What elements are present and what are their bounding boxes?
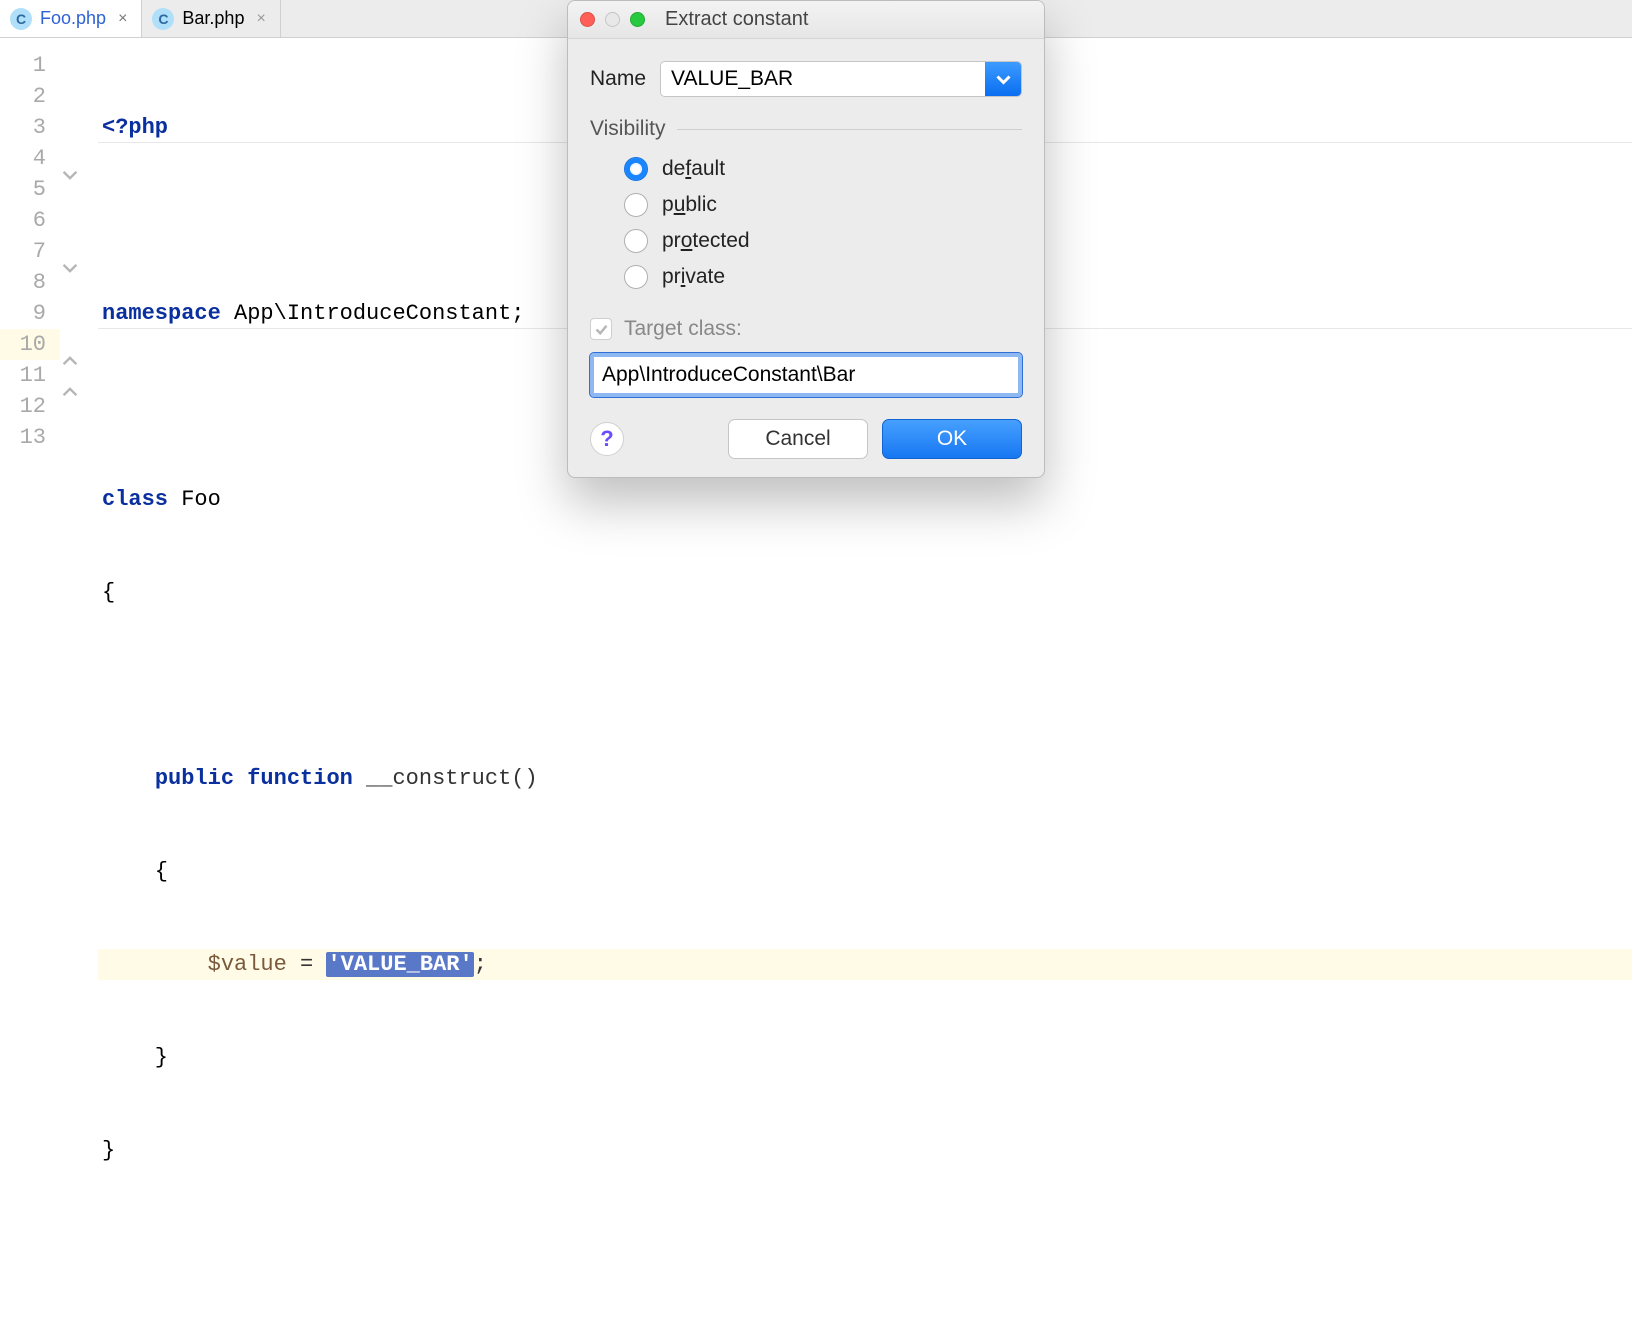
divider [677,129,1022,130]
target-class-input[interactable] [590,353,1022,397]
close-icon[interactable]: × [118,10,127,28]
fold-start-icon[interactable] [62,167,78,183]
line-number: 4 [0,143,60,174]
extract-constant-dialog: Extract constant Name Visibility default… [567,0,1045,478]
code-token: <?php [102,115,168,140]
line-number: 11 [0,360,60,391]
code-token: ; [474,952,487,977]
close-icon[interactable]: × [256,10,265,28]
code-token: $value [208,952,287,977]
line-number: 10 [0,329,60,360]
target-class-checkbox[interactable] [590,318,612,340]
name-combobox[interactable] [660,61,1022,97]
code-token: } [98,1135,1632,1166]
fold-end-icon[interactable] [62,384,78,400]
fold-end-icon[interactable] [62,353,78,369]
tab-label: Bar.php [182,8,244,29]
line-number: 7 [0,236,60,267]
php-class-icon: C [152,8,174,30]
line-number: 1 [0,50,60,81]
code-token: = [287,952,327,977]
dialog-titlebar[interactable]: Extract constant [568,1,1044,39]
visibility-radio-default[interactable]: default [624,157,1022,181]
target-class-label: Target class: [624,317,742,341]
line-number: 3 [0,112,60,143]
tab-label: Foo.php [40,8,106,29]
visibility-radio-private[interactable]: private [624,265,1022,289]
name-label: Name [590,67,646,91]
visibility-radio-public[interactable]: public [624,193,1022,217]
tab-foo-php[interactable]: C Foo.php × [0,0,142,37]
line-number: 8 [0,267,60,298]
dropdown-button[interactable] [985,62,1021,96]
line-number: 5 [0,174,60,205]
close-window-icon[interactable] [580,12,595,27]
minimize-window-icon[interactable] [605,12,620,27]
code-token: namespace [102,301,221,326]
code-token: public [155,766,234,791]
visibility-label: Visibility [590,117,665,141]
dialog-title: Extract constant [665,8,808,31]
line-number: 9 [0,298,60,329]
php-class-icon: C [10,8,32,30]
code-token: App\IntroduceConstant; [221,301,525,326]
code-selection: 'VALUE_BAR' [326,952,473,977]
line-number-gutter: 1 2 3 4 5 6 7 8 9 10 11 12 13 [0,38,60,702]
line-number: 12 [0,391,60,422]
help-button[interactable]: ? [590,422,624,456]
radio-icon [624,265,648,289]
line-number: 2 [0,81,60,112]
line-number: 13 [0,422,60,453]
visibility-radio-protected[interactable]: protected [624,229,1022,253]
code-token: { [98,577,1632,608]
radio-icon [624,193,648,217]
cancel-button[interactable]: Cancel [728,419,868,459]
radio-icon [624,157,648,181]
name-input[interactable] [661,62,985,96]
fold-gutter [60,38,98,702]
fold-start-icon[interactable] [62,260,78,276]
code-token: class [102,487,168,512]
zoom-window-icon[interactable] [630,12,645,27]
window-controls [580,12,645,27]
code-token: __construct() [353,766,538,791]
code-token: } [98,1042,1632,1073]
code-token: function [247,766,353,791]
radio-icon [624,229,648,253]
code-token: { [98,856,1632,887]
ok-button[interactable]: OK [882,419,1022,459]
code-token: Foo [168,487,221,512]
visibility-radios: default public protected private [624,157,1022,289]
line-number: 6 [0,205,60,236]
tab-bar-php[interactable]: C Bar.php × [142,0,280,37]
